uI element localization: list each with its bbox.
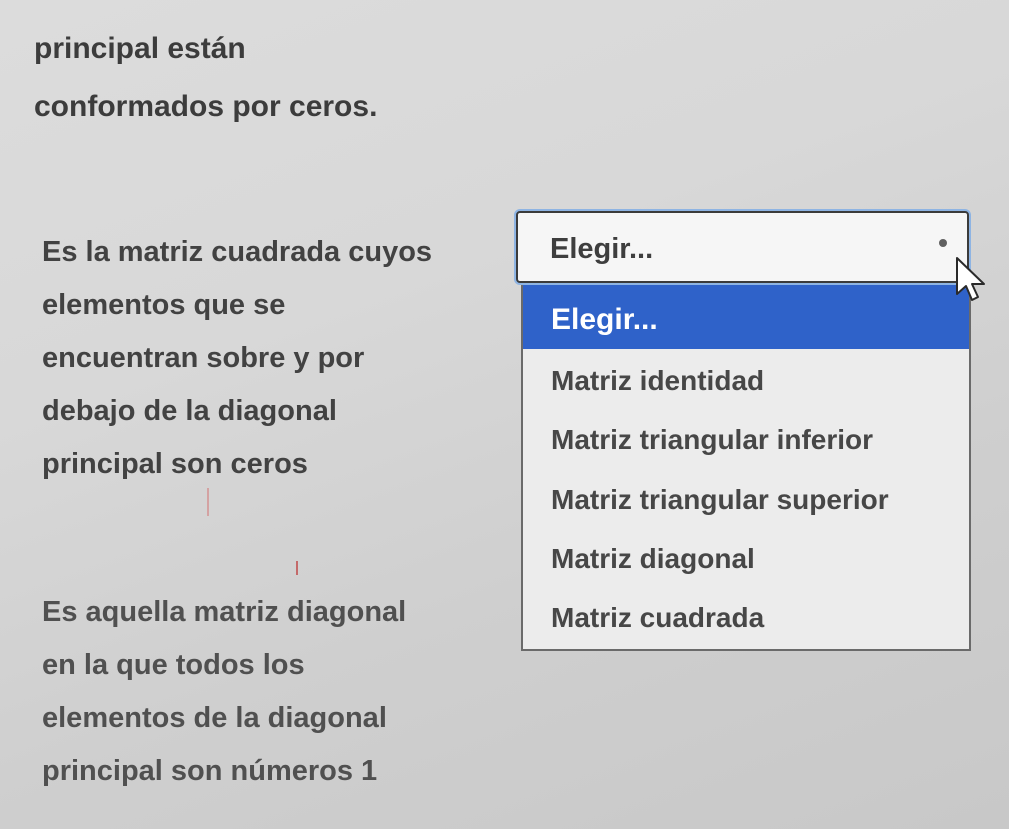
dropdown-caret-icon	[939, 239, 947, 247]
question-1-text: Es la matriz cuadrada cuyos elementos qu…	[42, 226, 432, 491]
select-dropdown-list: Elegir... Matriz identidad Matriz triang…	[521, 285, 971, 651]
mouse-pointer-icon	[956, 257, 985, 301]
question-1-line: debajo de la diagonal	[42, 395, 337, 427]
previous-question-line: principal están	[34, 32, 246, 65]
question-2-line: en la que todos los	[42, 649, 305, 681]
question-1-line: principal son ceros	[42, 448, 308, 480]
select-option-matriz-diagonal[interactable]: Matriz diagonal	[523, 530, 969, 588]
question-1-line: Es la matriz cuadrada cuyos	[42, 236, 433, 268]
select-option-placeholder[interactable]: Elegir...	[523, 285, 969, 349]
select-option-matriz-triangular-superior[interactable]: Matriz triangular superior	[523, 471, 969, 529]
question-1-line: elementos que se	[42, 289, 286, 321]
pen-mark	[296, 561, 298, 575]
select-option-matriz-cuadrada[interactable]: Matriz cuadrada	[523, 589, 969, 647]
answer-select[interactable]: Elegir...	[516, 211, 969, 283]
select-option-matriz-triangular-inferior[interactable]: Matriz triangular inferior	[523, 411, 969, 469]
question-2-line: principal son números 1	[42, 755, 378, 787]
question-1-line: encuentran sobre y por	[42, 342, 365, 374]
select-current-value: Elegir...	[550, 233, 654, 265]
select-option-matriz-identidad[interactable]: Matriz identidad	[523, 352, 969, 410]
previous-question-text: principal están conformados por ceros.	[34, 20, 377, 136]
previous-question-line: conformados por ceros.	[34, 90, 378, 123]
question-2-line: elementos de la diagonal	[42, 702, 387, 734]
pen-mark	[207, 488, 209, 516]
question-2-line: Es aquella matriz diagonal	[42, 596, 407, 628]
question-2-text: Es aquella matriz diagonal en la que tod…	[42, 586, 406, 798]
